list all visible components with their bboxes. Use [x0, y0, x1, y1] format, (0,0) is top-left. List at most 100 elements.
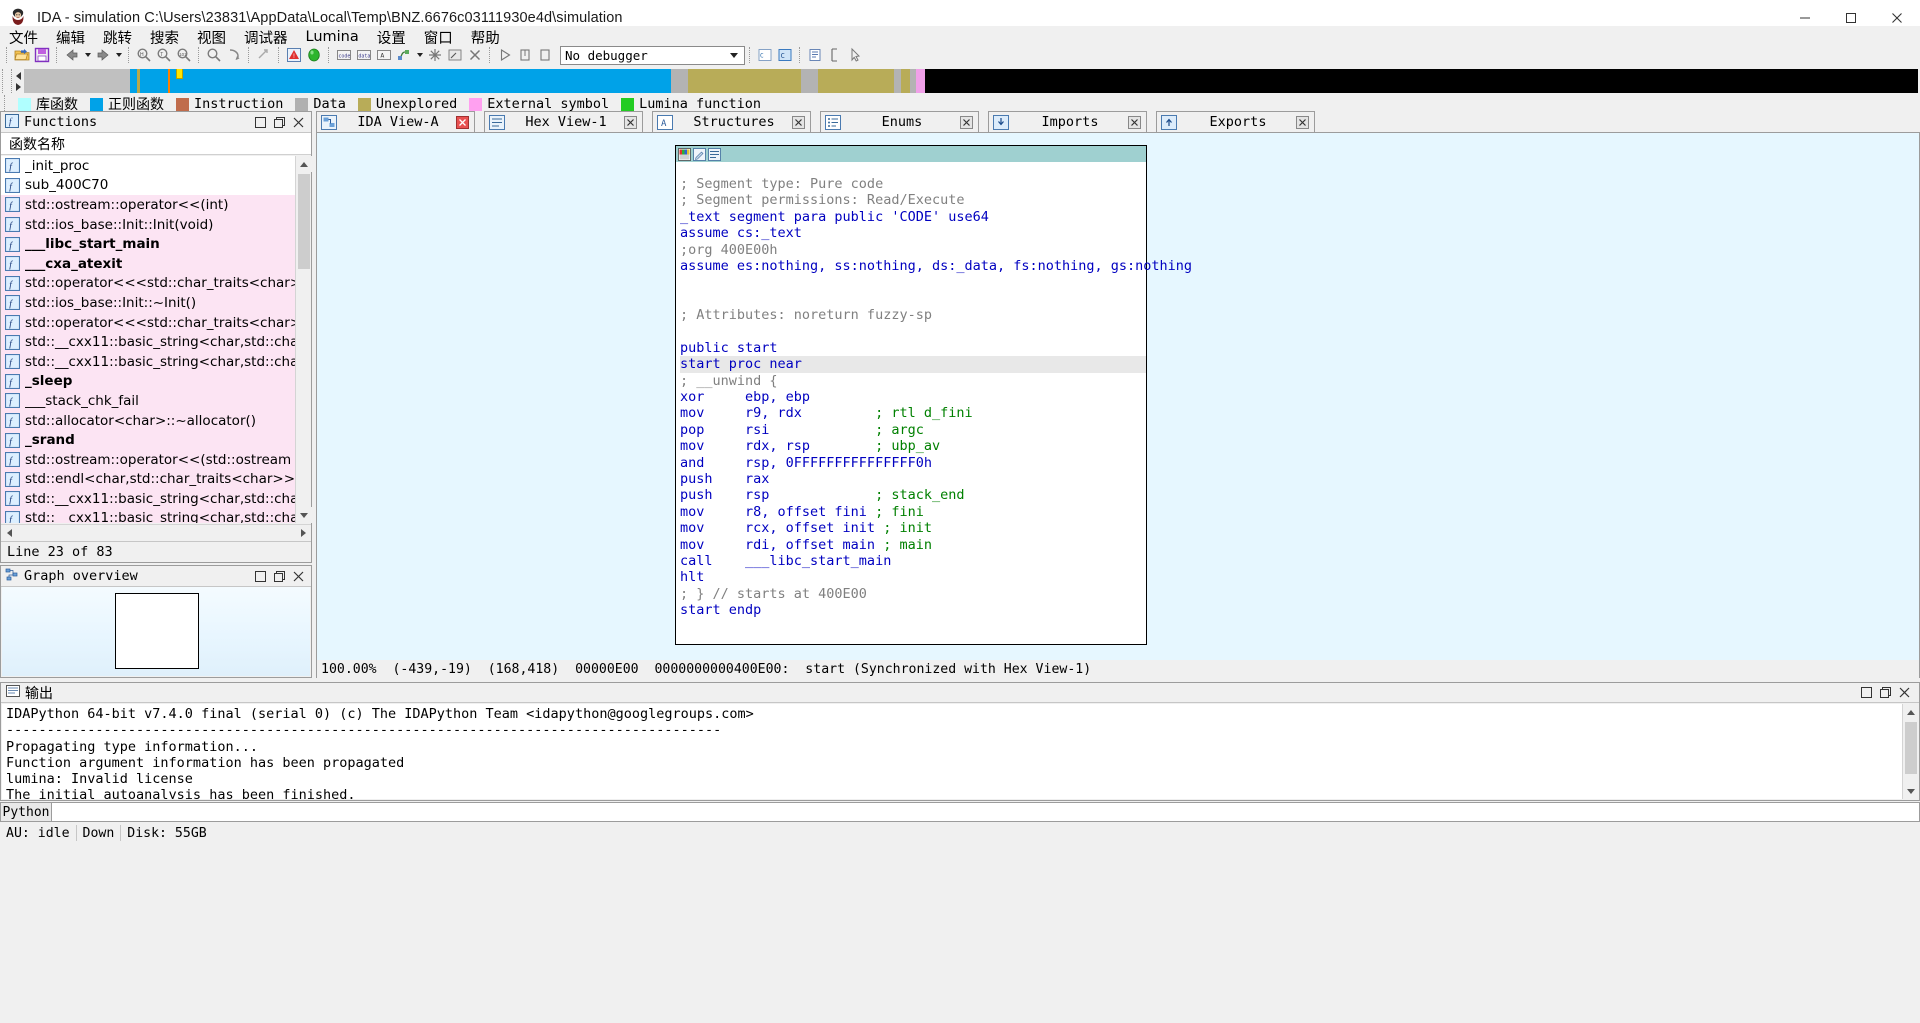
function-list-item[interactable]: f std::ios_base::Init::~Init() — [1, 293, 295, 313]
jump-icon[interactable] — [224, 45, 244, 65]
disassembly-line[interactable]: call ___libc_start_main — [680, 553, 1146, 569]
graph-overview-node[interactable] — [115, 593, 199, 669]
disassembly-line[interactable]: public start — [680, 340, 1146, 356]
undefine-icon[interactable] — [425, 45, 445, 65]
cursor-icon[interactable] — [845, 45, 865, 65]
tab-structures[interactable]: A Structures — [652, 111, 811, 132]
tab-enums[interactable]: Enums — [820, 111, 979, 132]
function-list-item[interactable]: f ___stack_chk_fail — [1, 391, 295, 411]
close-icon[interactable] — [959, 115, 974, 130]
function-list-item[interactable]: f std::ostream::operator<<(int) — [1, 195, 295, 215]
save-icon[interactable] — [32, 45, 52, 65]
disassembly-line[interactable] — [680, 291, 1146, 307]
search-hex-icon[interactable]: H — [134, 45, 154, 65]
lumina-icon[interactable] — [304, 45, 324, 65]
disassembly-graph-node[interactable]: ; Segment type: Pure code; Segment permi… — [675, 145, 1192, 645]
function-list-item[interactable]: f std::ostream::operator<<(std::ostream &… — [1, 449, 295, 470]
disassembly-line[interactable]: mov rdx, rsp ; ubp_av — [680, 438, 1146, 454]
hex-dump-icon[interactable] — [805, 45, 825, 65]
function-list-item[interactable]: f std::__cxx11::basic_string<char,std::ch… — [1, 332, 295, 352]
layout-icon[interactable] — [708, 147, 721, 161]
disassembly-line[interactable]: xor ebp, ebp — [680, 389, 1146, 405]
reanalyze-icon[interactable]: C — [755, 45, 775, 65]
nav-back-icon[interactable] — [62, 45, 82, 65]
palette-icon[interactable] — [678, 147, 691, 161]
disassembly-line[interactable]: ; Segment type: Pure code — [680, 176, 1146, 192]
disassembly-line[interactable]: ; } // starts at 400E00 — [680, 586, 1146, 602]
graph-overview-canvas[interactable] — [2, 587, 310, 676]
output-log[interactable]: IDAPython 64-bit v7.4.0 final (serial 0)… — [2, 704, 1902, 799]
disassembly-line[interactable]: mov rdi, offset main ; main — [680, 537, 1146, 553]
scroll-down-icon[interactable] — [296, 507, 312, 523]
function-list-item[interactable]: f ___cxa_atexit — [1, 253, 295, 274]
disassembly-line[interactable]: ; __unwind { — [680, 373, 1146, 389]
navband-arrows[interactable] — [12, 69, 24, 93]
restore-icon[interactable] — [273, 116, 286, 129]
disassembly-listing[interactable]: ; Segment type: Pure code; Segment permi… — [676, 162, 1192, 619]
navigation-band[interactable] — [24, 69, 1918, 93]
close-icon[interactable] — [455, 115, 470, 130]
text-view-icon[interactable] — [825, 45, 845, 65]
function-list-item[interactable]: f std::__cxx11::basic_string<char,std::ch… — [1, 351, 295, 372]
disassembly-line[interactable]: ;org 400E00h — [680, 242, 1146, 258]
disassembly-line[interactable]: pop rsi ; argc — [680, 422, 1146, 438]
disassembly-line[interactable] — [680, 324, 1146, 340]
warning-icon[interactable]: ! — [284, 45, 304, 65]
restore-icon[interactable] — [1879, 686, 1892, 699]
restore-icon[interactable] — [273, 570, 286, 583]
functions-list[interactable]: f _init_proc f sub_400C70 f std::ostream::ope… — [1, 156, 295, 523]
functions-horizontal-scrollbar[interactable] — [1, 524, 311, 541]
disassembly-line[interactable]: push rax — [680, 471, 1146, 487]
function-list-item[interactable]: f std::ios_base::Init::Init(void) — [1, 214, 295, 235]
code-icon[interactable]: code — [334, 45, 354, 65]
jump-xref-icon[interactable] — [254, 45, 274, 65]
function-list-item[interactable]: f std::__cxx11::basic_string<char,std::ch… — [1, 489, 295, 509]
close-icon[interactable] — [1127, 115, 1142, 130]
close-icon[interactable] — [292, 116, 305, 129]
disassembly-line[interactable]: and rsp, 0FFFFFFFFFFFFFFF0h — [680, 455, 1146, 471]
search-binary-icon[interactable] — [204, 45, 224, 65]
stop-icon[interactable] — [535, 45, 555, 65]
tab-hex-view-1[interactable]: Hex View-1 — [484, 111, 643, 132]
disassembly-line[interactable]: push rsp ; stack_end — [680, 487, 1146, 503]
function-list-item[interactable]: f _srand — [1, 430, 295, 450]
disassembly-line[interactable]: mov rcx, offset init ; init — [680, 520, 1146, 536]
disassembly-line[interactable] — [680, 274, 1146, 290]
disassembly-line[interactable]: ; Segment permissions: Read/Execute — [680, 192, 1146, 208]
function-list-item[interactable]: f std::allocator<char>::~allocator() — [1, 410, 295, 431]
navband-left-arrow-icon[interactable] — [15, 71, 21, 80]
search-decimal-icon[interactable]: 101 — [174, 45, 194, 65]
maximize-icon[interactable] — [254, 570, 267, 583]
functions-vertical-scrollbar[interactable] — [295, 156, 312, 523]
navband-grip[interactable] — [2, 69, 12, 93]
tab-ida-view-a[interactable]: IDA View-A — [316, 111, 475, 132]
function-list-item[interactable]: f std::endl<char,std::char_traits<char>>(… — [1, 469, 295, 490]
edit-icon[interactable] — [693, 147, 706, 161]
function-list-item[interactable]: f _sleep — [1, 371, 295, 392]
function-list-item[interactable]: f std::operator<<<std::char_traits<char>>… — [1, 312, 295, 333]
open-file-icon[interactable] — [12, 45, 32, 65]
python-input[interactable] — [52, 802, 1920, 822]
refresh-icon[interactable]: C — [775, 45, 795, 65]
nav-forward-icon[interactable] — [93, 45, 113, 65]
scroll-up-icon[interactable] — [1903, 704, 1919, 720]
ida-view-a[interactable]: ; Segment type: Pure code; Segment permi… — [316, 132, 1920, 678]
scroll-left-icon[interactable] — [1, 525, 17, 541]
close-icon[interactable] — [623, 115, 638, 130]
make-function-icon[interactable] — [445, 45, 465, 65]
disassembly-line[interactable]: hlt — [680, 569, 1146, 585]
struct-icon[interactable] — [394, 45, 414, 65]
function-list-item[interactable]: f _init_proc — [1, 156, 295, 176]
scrollbar-thumb[interactable] — [298, 174, 310, 269]
disassembly-line[interactable]: assume cs:_text — [680, 225, 1146, 241]
close-icon[interactable] — [791, 115, 806, 130]
output-vertical-scrollbar[interactable] — [1902, 704, 1919, 799]
disassembly-line[interactable]: start endp — [680, 602, 1146, 618]
struct-dropdown-icon[interactable] — [414, 45, 425, 65]
close-icon[interactable] — [1898, 686, 1911, 699]
function-list-item[interactable]: f std::__cxx11::basic_string<char,std::ch… — [1, 508, 295, 523]
navband-right-arrow-icon[interactable] — [15, 82, 21, 91]
disassembly-line[interactable]: start proc near — [680, 356, 1146, 373]
disassembly-line[interactable]: assume es:nothing, ss:nothing, ds:_data,… — [680, 258, 1192, 274]
chevron-down-icon[interactable] — [726, 47, 742, 64]
